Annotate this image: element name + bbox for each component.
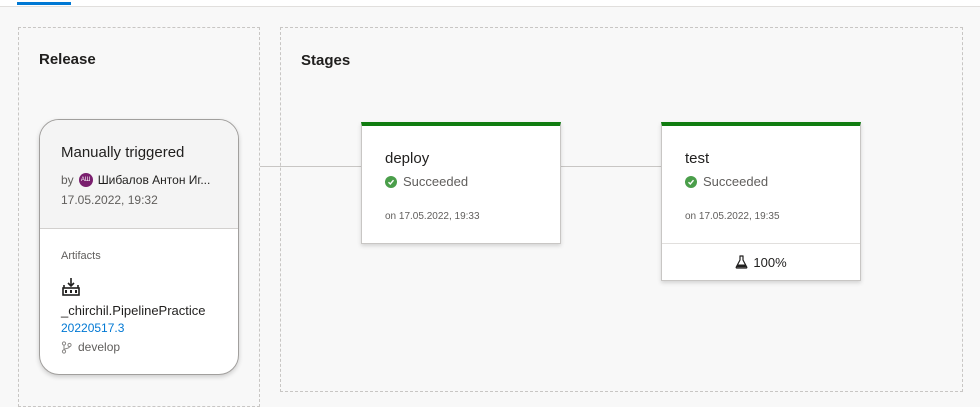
artifact-name[interactable]: _chirchil.PipelinePractice xyxy=(61,303,206,318)
artifact-branch: develop xyxy=(61,340,120,354)
stage-name: test xyxy=(685,150,710,167)
release-trigger-section: Manually triggered by АШ Шибалов Антон И… xyxy=(40,120,238,229)
stage-status-text: Succeeded xyxy=(403,174,469,189)
by-label: by xyxy=(61,173,74,187)
triggered-by-row: by АШ Шибалов Антон Иг... xyxy=(61,173,210,187)
git-branch-icon xyxy=(61,340,72,354)
stages-panel-title: Stages xyxy=(301,52,351,69)
success-check-icon xyxy=(385,175,397,188)
release-panel-title: Release xyxy=(39,51,96,68)
artifacts-label: Artifacts xyxy=(61,250,101,262)
stage-date: on 17.05.2022, 19:33 xyxy=(385,211,480,222)
artifact-version-link[interactable]: 20220517.3 xyxy=(61,321,124,335)
success-check-icon xyxy=(685,175,697,188)
test-pass-rate: 100% xyxy=(753,254,787,270)
top-header-strip xyxy=(0,0,980,7)
stage-card-test[interactable]: test Succeeded on 17.05.2022, 19:35 100% xyxy=(661,122,861,281)
stage-status-text: Succeeded xyxy=(703,174,769,189)
stage-status: Succeeded xyxy=(385,174,468,189)
stage-date: on 17.05.2022, 19:35 xyxy=(685,211,780,222)
trigger-title: Manually triggered xyxy=(61,144,185,161)
build-artifact-icon xyxy=(61,277,81,297)
stage-name: deploy xyxy=(385,150,430,167)
active-tab-indicator xyxy=(17,2,71,5)
flask-icon xyxy=(735,255,748,269)
trigger-date: 17.05.2022, 19:32 xyxy=(61,193,158,207)
user-name: Шибалов Антон Иг... xyxy=(97,173,211,187)
release-to-deploy-connector xyxy=(260,166,362,167)
release-card[interactable]: Manually triggered by АШ Шибалов Антон И… xyxy=(39,119,239,375)
test-results-summary[interactable]: 100% xyxy=(662,243,860,280)
stage-card-deploy[interactable]: deploy Succeeded on 17.05.2022, 19:33 xyxy=(361,122,561,244)
stage-status: Succeeded xyxy=(685,174,768,189)
branch-name: develop xyxy=(78,340,121,354)
avatar: АШ xyxy=(78,173,93,187)
deploy-to-test-connector xyxy=(560,166,662,167)
